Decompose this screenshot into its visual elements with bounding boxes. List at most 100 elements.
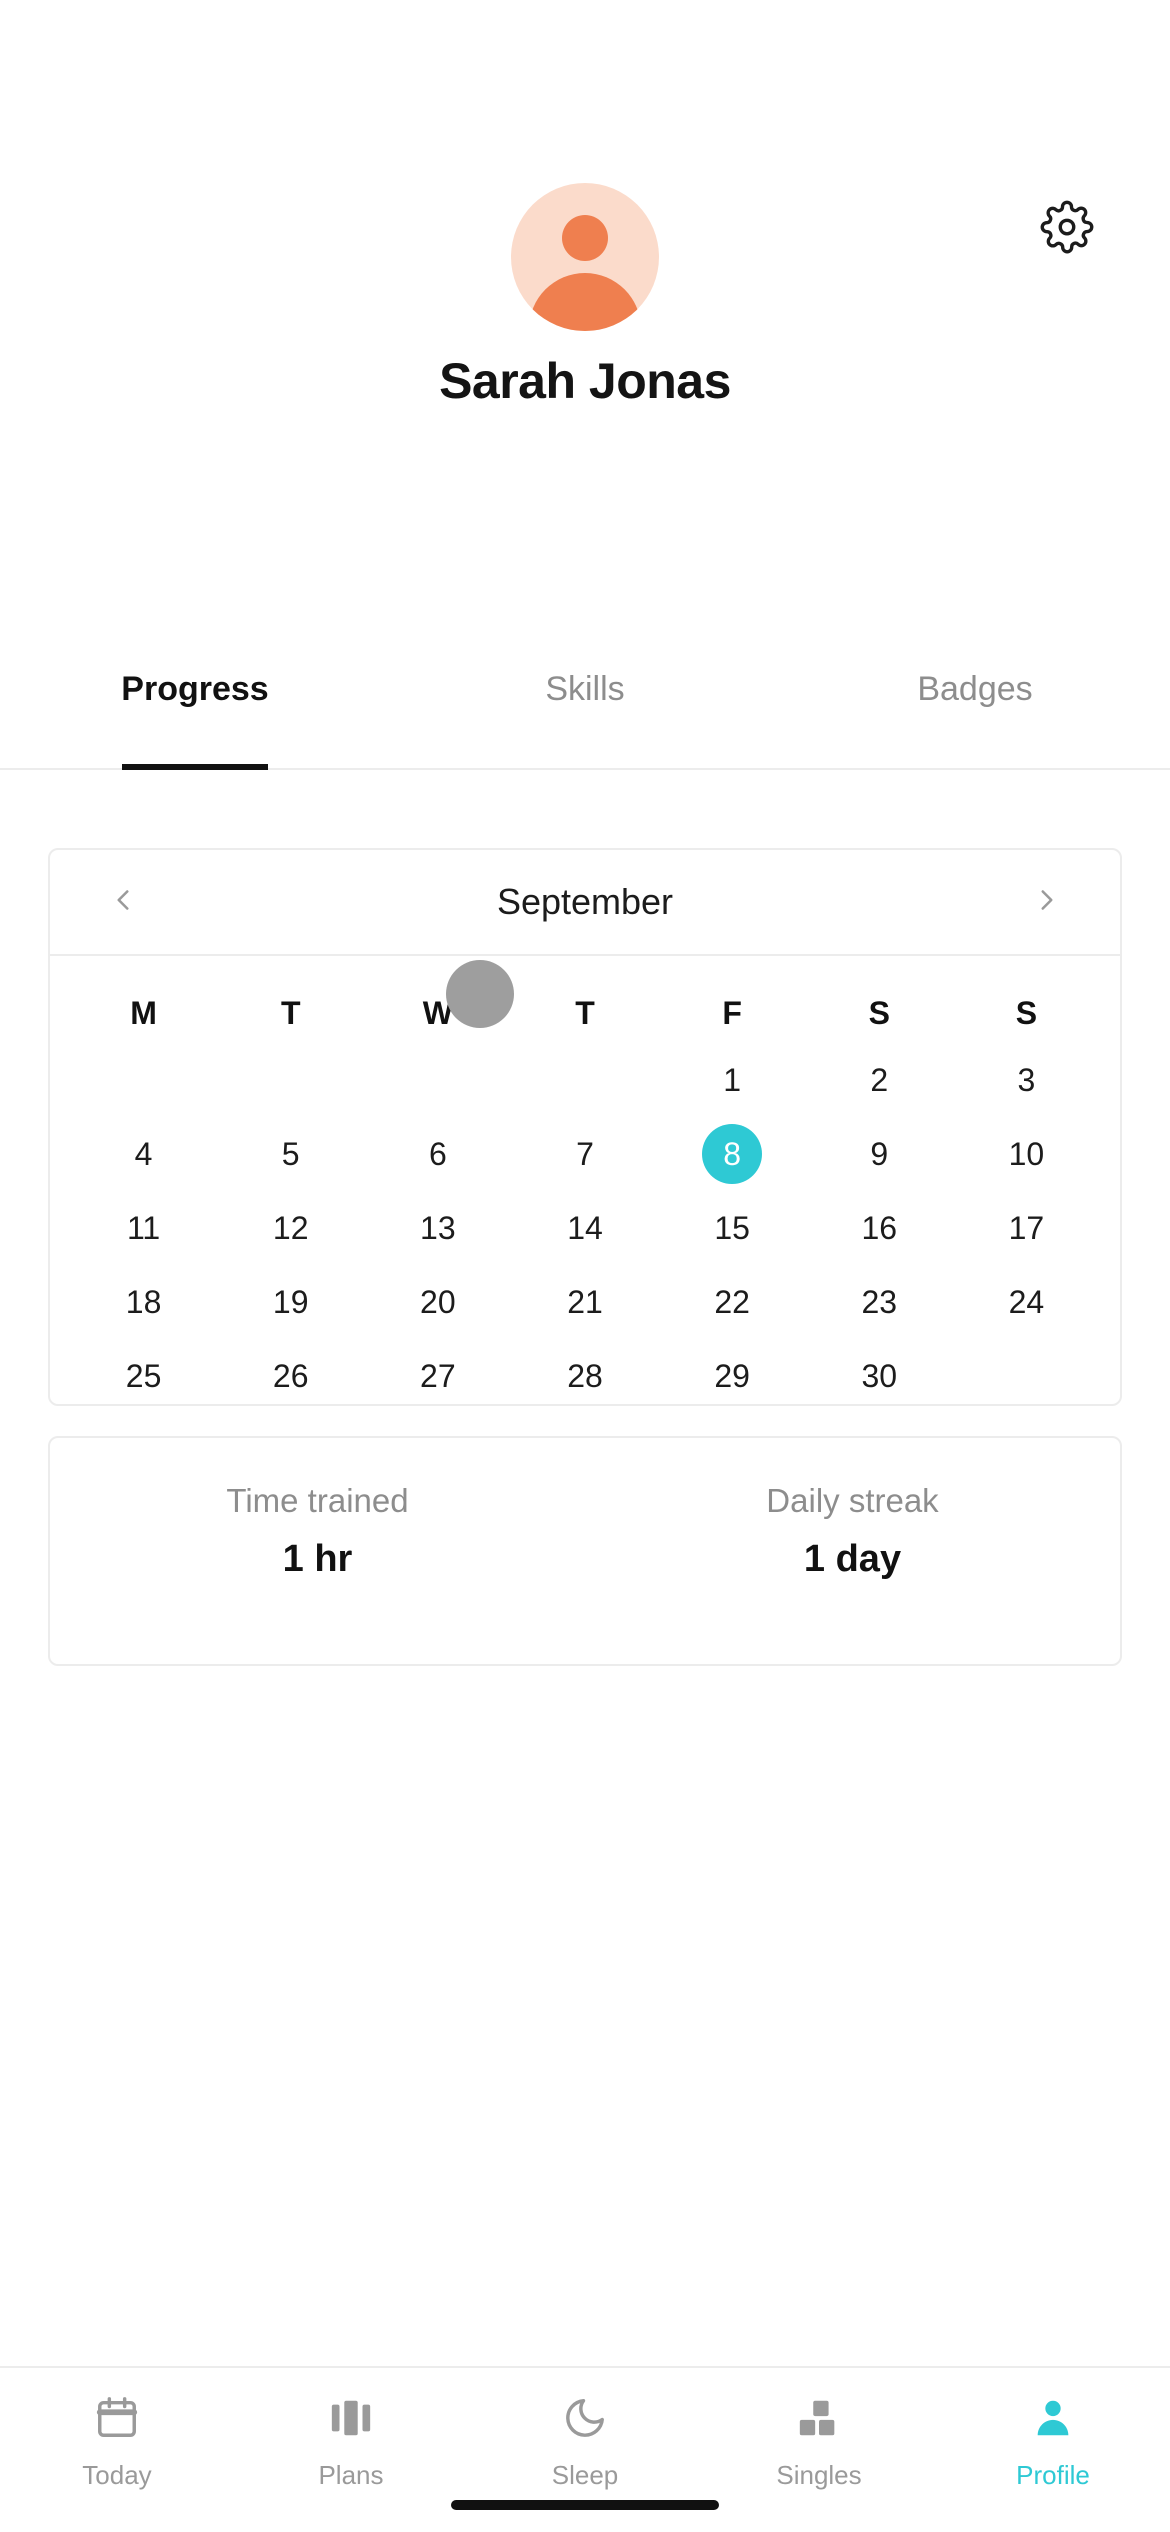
calendar-day-label: 24	[1008, 1284, 1045, 1320]
calendar-day[interactable]: 25	[70, 1346, 217, 1406]
progress-content: September M T W T F S S 1 2 3 4 5 6 7 8 …	[0, 770, 1170, 2366]
avatar[interactable]	[511, 183, 659, 331]
weekday-sun: S	[1015, 995, 1038, 1031]
tab-skills[interactable]: Skills	[390, 622, 780, 768]
calendar-day[interactable]: 23	[806, 1272, 953, 1332]
settings-button[interactable]	[1036, 198, 1098, 260]
calendar-day	[511, 1050, 658, 1110]
calendar-day[interactable]: 17	[953, 1198, 1100, 1258]
calendar-day[interactable]: 11	[70, 1198, 217, 1258]
nav-item-today[interactable]: Today	[0, 2390, 234, 2491]
calendar-day[interactable]: 4	[70, 1124, 217, 1184]
nav-item-profile[interactable]: Profile	[936, 2390, 1170, 2491]
calendar-day[interactable]: 19	[217, 1272, 364, 1332]
calendar-day-label: 14	[567, 1210, 603, 1246]
nav-item-sleep[interactable]: Sleep	[468, 2390, 702, 2491]
calendar-day[interactable]: 12	[217, 1198, 364, 1258]
weekday-tue: T	[280, 995, 301, 1031]
calendar-day[interactable]: 6	[364, 1124, 511, 1184]
calendar-next-button[interactable]	[1024, 879, 1070, 925]
calendar-weekday-row: M T W T F S S	[70, 990, 1100, 1036]
calendar-day[interactable]: 3	[953, 1050, 1100, 1110]
calendar-day-label: 23	[861, 1284, 898, 1320]
calendar-day[interactable]: 14	[511, 1198, 658, 1258]
nav-label: Today	[82, 2460, 152, 2490]
weekday-thu: T	[575, 995, 595, 1031]
stat-value: 1 hr	[282, 1538, 353, 1580]
calendar-day-label: 27	[420, 1358, 456, 1394]
calendar-day[interactable]: 10	[953, 1124, 1100, 1184]
avatar-body-icon	[529, 273, 641, 331]
calendar-day-label: 2	[870, 1062, 889, 1098]
calendar-day[interactable]: 18	[70, 1272, 217, 1332]
calendar-day-label: 19	[272, 1284, 309, 1320]
calendar-day-label: 5	[281, 1136, 300, 1172]
calendar-day-selected[interactable]: 8	[659, 1124, 806, 1184]
calendar-day[interactable]: 9	[806, 1124, 953, 1184]
calendar-day[interactable]: 1	[659, 1050, 806, 1110]
person-icon	[1030, 2390, 1076, 2446]
columns-icon	[328, 2390, 374, 2446]
calendar-day[interactable]: 2	[806, 1050, 953, 1110]
calendar-day-label: 13	[420, 1210, 456, 1246]
calendar-day[interactable]: 16	[806, 1198, 953, 1258]
calendar-day[interactable]: 21	[511, 1272, 658, 1332]
calendar-day[interactable]: 15	[659, 1198, 806, 1258]
nav-item-plans[interactable]: Plans	[234, 2390, 468, 2491]
nav-item-singles[interactable]: Singles	[702, 2390, 936, 2491]
calendar-day[interactable]: 28	[511, 1346, 658, 1406]
calendar-prev-button[interactable]	[100, 879, 146, 925]
tab-badges[interactable]: Badges	[780, 622, 1170, 768]
calendar-day-label: 22	[714, 1284, 750, 1320]
stat-label: Time trained	[226, 1482, 409, 1519]
calendar-header: September	[50, 850, 1120, 956]
calendar-day[interactable]: 20	[364, 1272, 511, 1332]
calendar-day-label: 10	[1008, 1136, 1045, 1172]
calendar-day	[953, 1346, 1100, 1406]
gear-icon	[1040, 200, 1094, 259]
calendar-day-label: 1	[723, 1062, 742, 1098]
weekday-fri: F	[722, 995, 742, 1031]
nav-label: Sleep	[551, 2460, 619, 2490]
calendar-day-label: 11	[126, 1210, 161, 1246]
calendar-grid: M T W T F S S 1 2 3 4 5 6 7 8 9 10 11 12…	[50, 990, 1120, 1406]
calendar-day[interactable]: 22	[659, 1272, 806, 1332]
calendar-day	[70, 1050, 217, 1110]
calendar-day[interactable]: 27	[364, 1346, 511, 1406]
calendar-day[interactable]: 26	[217, 1346, 364, 1406]
avatar-head-icon	[562, 215, 608, 261]
calendar-week-row: 18 19 20 21 22 23 24	[70, 1272, 1100, 1332]
profile-screen: Sarah Jonas Progress Skills Badges Septe…	[0, 0, 1170, 2532]
nav-label: Profile	[1016, 2460, 1090, 2490]
nav-label: Singles	[776, 2460, 862, 2490]
calendar-card: September M T W T F S S 1 2 3 4 5 6 7 8 …	[48, 848, 1122, 1406]
calendar-month-label: September	[496, 881, 674, 922]
calendar-day-label: 4	[134, 1136, 153, 1172]
calendar-day[interactable]: 5	[217, 1124, 364, 1184]
calendar-day[interactable]: 24	[953, 1272, 1100, 1332]
calendar-day-label: 12	[272, 1210, 309, 1246]
calendar-day-label: 7	[576, 1136, 594, 1172]
calendar-day-label: 30	[861, 1358, 898, 1394]
calendar-day-label: 9	[870, 1136, 889, 1172]
calendar-week-row: 11 12 13 14 15 16 17	[70, 1198, 1100, 1258]
calendar-day-label: 6	[428, 1136, 447, 1172]
stats-card: Time trained 1 hr Daily streak 1 day	[48, 1436, 1122, 1666]
calendar-day[interactable]: 30	[806, 1346, 953, 1406]
weekday-sat: S	[868, 995, 890, 1031]
calendar-day-label: 26	[272, 1358, 309, 1394]
calendar-week-row: 4 5 6 7 8 9 10	[70, 1124, 1100, 1184]
moon-icon	[562, 2390, 608, 2446]
profile-tabs: Progress Skills Badges	[0, 622, 1170, 770]
calendar-day-label: 28	[567, 1358, 603, 1394]
stat-time-trained: Time trained 1 hr	[50, 1482, 585, 1581]
stat-daily-streak: Daily streak 1 day	[585, 1482, 1120, 1581]
calendar-icon	[94, 2390, 140, 2446]
chevron-right-icon	[1030, 883, 1064, 922]
calendar-day[interactable]: 7	[511, 1124, 658, 1184]
calendar-day[interactable]: 13	[364, 1198, 511, 1258]
tab-progress[interactable]: Progress	[0, 622, 390, 768]
profile-header: Sarah Jonas Progress Skills Badges	[0, 0, 1170, 770]
calendar-day[interactable]: 29	[659, 1346, 806, 1406]
calendar-day-label: 21	[567, 1284, 603, 1320]
